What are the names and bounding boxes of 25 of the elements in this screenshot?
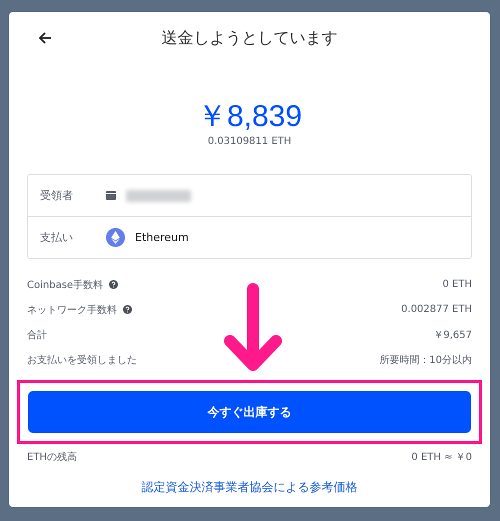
fee-value: 0 ETH (442, 279, 472, 290)
blurred-recipient (126, 190, 191, 202)
help-icon[interactable] (109, 280, 118, 289)
balance-label: ETHの残高 (27, 450, 77, 464)
fee-label: お支払いを受領しました (27, 354, 137, 366)
ethereum-icon (106, 228, 125, 247)
fee-value: 所要時間：10分以内 (379, 354, 472, 366)
balance-value: 0 ETH ≈ ￥0 (411, 450, 472, 464)
wallet-icon (106, 191, 116, 200)
fee-value: ￥9,657 (433, 328, 472, 342)
detail-label: 受領者 (40, 188, 74, 203)
withdraw-button[interactable]: 今すぐ出庫する (28, 391, 471, 433)
page-title: 送金しようとしています (162, 28, 338, 48)
help-icon[interactable] (123, 305, 132, 314)
down-arrow-icon (222, 283, 284, 373)
back-arrow-icon[interactable] (38, 31, 52, 45)
reference-price-link[interactable]: 認定資金決済事業者協会による参考価格 (27, 479, 472, 496)
detail-label: 支払い (40, 230, 74, 245)
fee-label: ネットワーク手数料 (27, 304, 117, 316)
fiat-amount: ￥8,839 (196, 100, 304, 134)
fee-label: Coinbase手数料 (27, 278, 104, 292)
detail-value: Ethereum (135, 231, 189, 244)
fee-label: 合計 (27, 328, 47, 342)
crypto-amount: 0.03109811 ETH (206, 136, 292, 147)
fee-value: 0.002877 ETH (401, 304, 472, 315)
